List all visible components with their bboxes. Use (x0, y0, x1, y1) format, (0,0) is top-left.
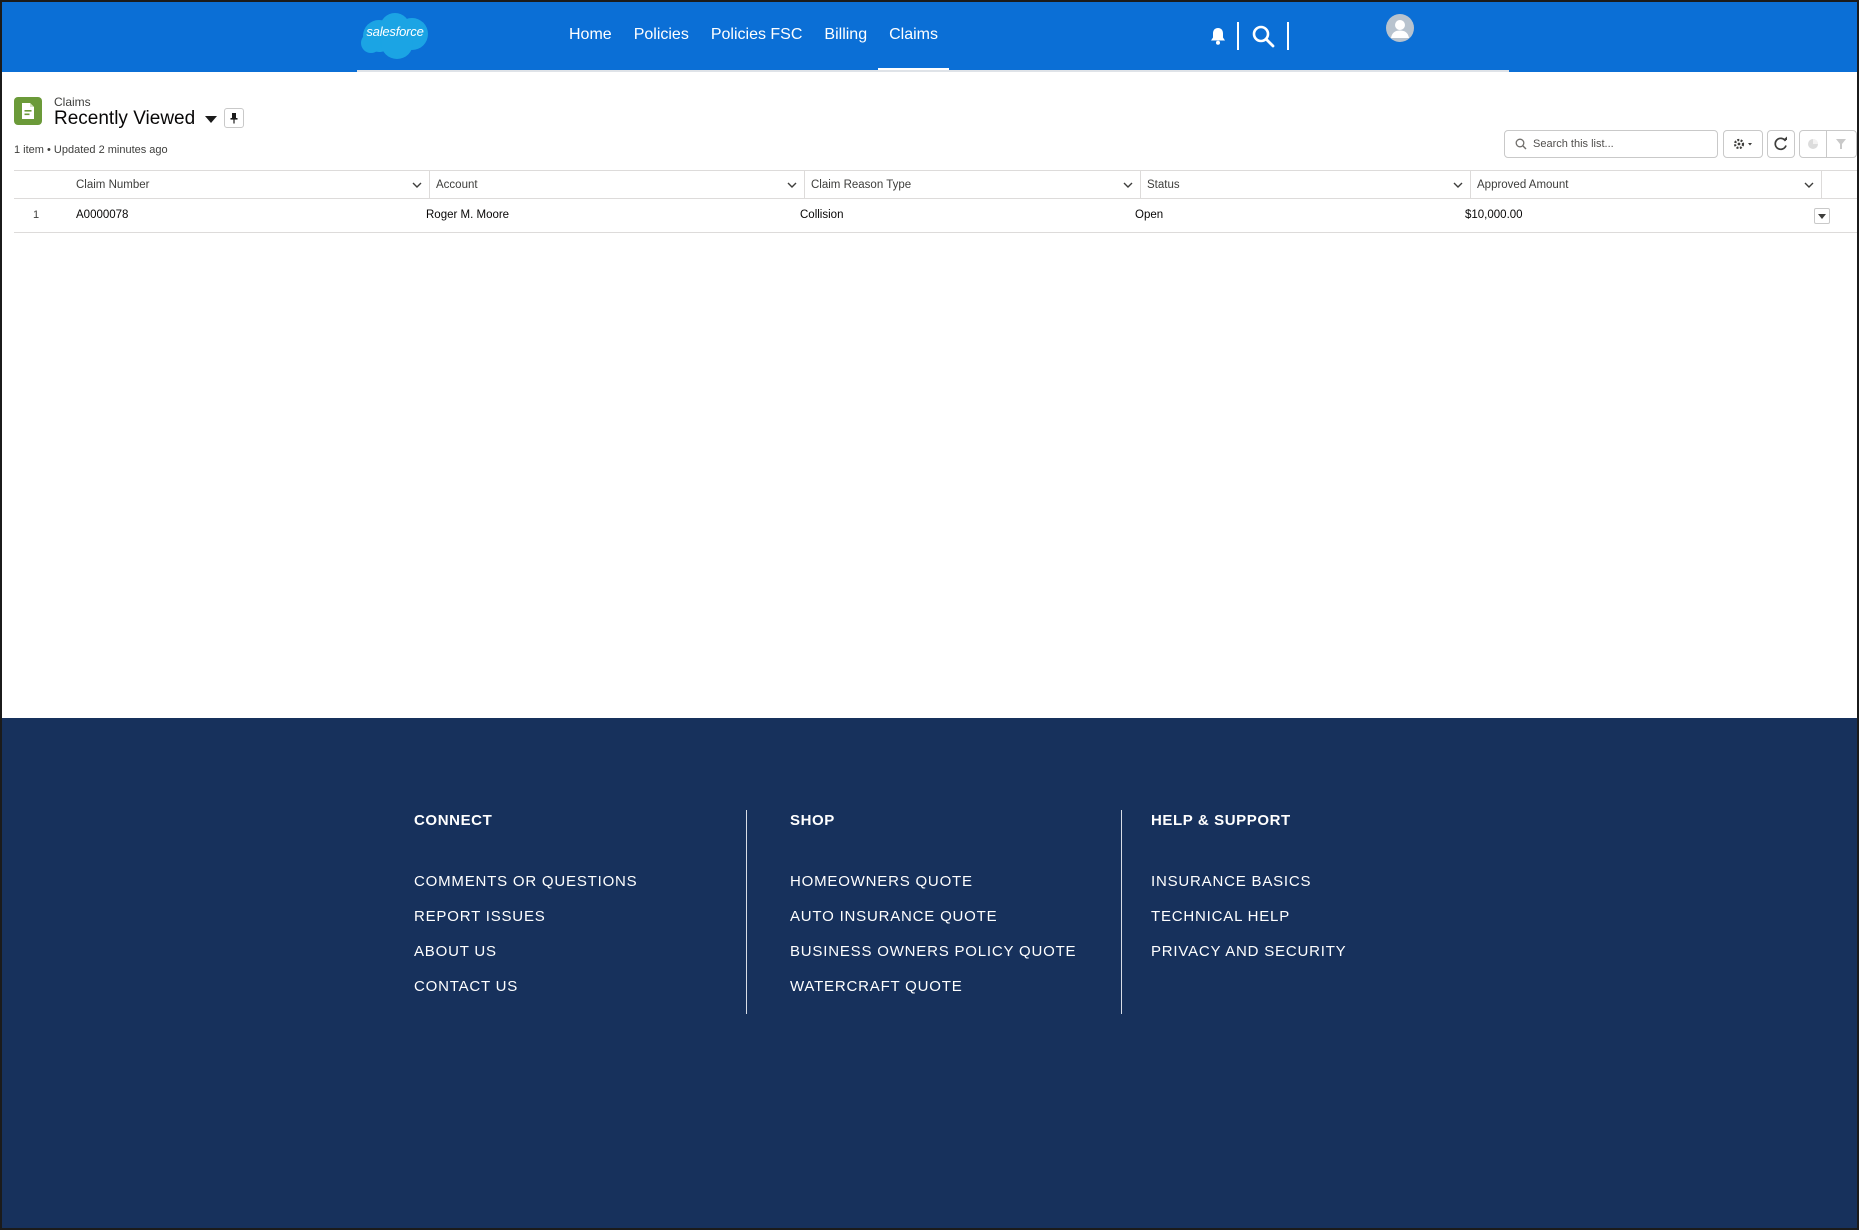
person-icon (1391, 20, 1409, 38)
table-header: Claim Number Account Claim Reason Type S… (14, 170, 1857, 199)
footer-column-shop: SHOP HOMEOWNERS QUOTE AUTO INSURANCE QUO… (790, 812, 1076, 1013)
user-avatar-icon[interactable] (1386, 14, 1414, 42)
list-meta: 1 item • Updated 2 minutes ago (14, 144, 168, 156)
column-header-claim-reason-type[interactable]: Claim Reason Type (805, 171, 1141, 199)
pin-icon (230, 113, 238, 124)
bell-icon[interactable] (1208, 26, 1228, 46)
gear-icon (1733, 138, 1752, 150)
footer-divider (746, 810, 747, 1014)
main-nav: Home Policies Policies FSC Billing Claim… (558, 2, 949, 72)
footer-link[interactable]: CONTACT US (414, 978, 637, 1013)
footer-link[interactable]: WATERCRAFT QUOTE (790, 978, 1076, 1013)
footer-link[interactable]: REPORT ISSUES (414, 908, 637, 943)
cell-claim-reason-type: Collision (800, 209, 844, 221)
claims-table: Claim Number Account Claim Reason Type S… (14, 170, 1857, 233)
list-search-box[interactable] (1504, 130, 1718, 158)
footer-heading: CONNECT (414, 812, 493, 829)
header-underline (357, 70, 1509, 72)
pin-list-button[interactable] (224, 108, 244, 128)
footer-link[interactable]: BUSINESS OWNERS POLICY QUOTE (790, 943, 1076, 978)
chevron-down-icon[interactable] (787, 180, 797, 190)
footer-column-help-support: HELP & SUPPORT INSURANCE BASICS TECHNICA… (1151, 812, 1347, 978)
nav-home[interactable]: Home (558, 2, 623, 72)
list-search-input[interactable] (1533, 135, 1708, 153)
cell-claim-number[interactable]: A0000078 (70, 199, 128, 231)
refresh-icon (1774, 136, 1787, 151)
search-icon (1515, 138, 1527, 150)
site-footer: CONNECT COMMENTS OR QUESTIONS REPORT ISS… (2, 718, 1857, 1228)
footer-divider (1121, 810, 1122, 1014)
column-header-approved-amount[interactable]: Approved Amount (1471, 171, 1822, 199)
cell-status: Open (1135, 209, 1164, 221)
page-frame: salesforce Home Policies Policies FSC Bi… (0, 0, 1859, 1230)
claims-object-icon (14, 97, 42, 125)
chevron-down-icon[interactable] (1804, 180, 1814, 190)
search-icon[interactable] (1251, 24, 1275, 48)
footer-link[interactable]: HOMEOWNERS QUOTE (790, 873, 1076, 908)
footer-link[interactable]: AUTO INSURANCE QUOTE (790, 908, 1076, 943)
footer-link[interactable]: ABOUT US (414, 943, 637, 978)
salesforce-logo[interactable]: salesforce (357, 10, 433, 62)
nav-policies[interactable]: Policies (623, 2, 700, 72)
footer-link[interactable]: INSURANCE BASICS (1151, 873, 1347, 908)
column-header-account[interactable]: Account (430, 171, 805, 199)
filter-icon (1836, 139, 1846, 149)
footer-link[interactable]: COMMENTS OR QUESTIONS (414, 873, 637, 908)
chevron-down-icon[interactable] (412, 180, 422, 190)
chevron-down-icon[interactable] (1123, 180, 1133, 190)
footer-link[interactable]: TECHNICAL HELP (1151, 908, 1347, 943)
refresh-button[interactable] (1767, 130, 1795, 158)
footer-link[interactable]: PRIVACY AND SECURITY (1151, 943, 1347, 978)
caret-down-icon (1818, 214, 1826, 219)
table-row[interactable]: 1 A0000078 Roger M. Moore Collision Open… (14, 199, 1857, 233)
nav-claims[interactable]: Claims (878, 2, 949, 72)
column-header-status[interactable]: Status (1141, 171, 1471, 199)
column-header-claim-number[interactable]: Claim Number (70, 171, 430, 199)
row-actions-button[interactable] (1814, 208, 1830, 224)
header-divider (1237, 22, 1239, 50)
nav-billing[interactable]: Billing (813, 2, 878, 72)
list-view-title: Recently Viewed (54, 108, 196, 129)
footer-heading: HELP & SUPPORT (1151, 812, 1291, 829)
caret-down-icon[interactable] (205, 115, 218, 123)
top-header: salesforce Home Policies Policies FSC Bi… (2, 2, 1857, 72)
footer-heading: SHOP (790, 812, 835, 829)
nav-policies-fsc[interactable]: Policies FSC (700, 2, 814, 72)
header-divider (1287, 22, 1289, 50)
footer-column-connect: CONNECT COMMENTS OR QUESTIONS REPORT ISS… (414, 812, 637, 1013)
cell-approved-amount: $10,000.00 (1465, 209, 1523, 221)
object-label: Claims (54, 95, 91, 109)
chevron-down-icon[interactable] (1453, 180, 1463, 190)
row-number: 1 (32, 209, 40, 221)
list-settings-button[interactable] (1723, 130, 1763, 158)
chart-button[interactable] (1799, 130, 1827, 158)
filter-button[interactable] (1826, 130, 1857, 158)
document-icon (22, 103, 34, 119)
chart-icon (1808, 139, 1818, 149)
cell-account[interactable]: Roger M. Moore (420, 199, 509, 231)
list-view-selector[interactable]: Recently Viewed (54, 108, 218, 130)
logo-text: salesforce (366, 24, 424, 39)
